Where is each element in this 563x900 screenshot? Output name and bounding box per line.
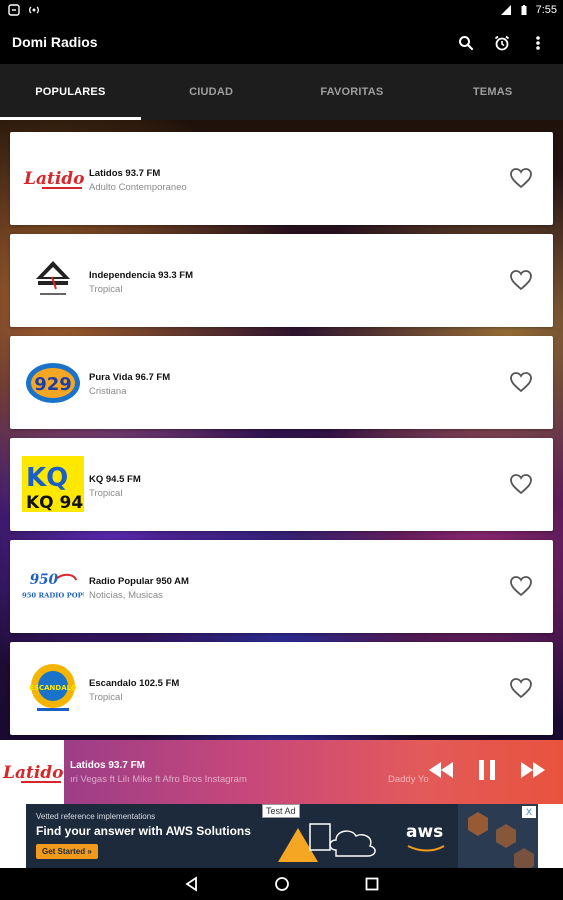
station-genre: Noticias, Musicas [89, 590, 163, 601]
signal-icon [500, 5, 511, 15]
status-time: 7:55 [535, 4, 557, 16]
station-logo: ESCANDALO [22, 663, 84, 713]
player-station-name: Latidos 93.7 FM [70, 760, 146, 771]
app-root: 7:55 Domi Radios POPULARES CIUDAD FAVORI… [0, 0, 563, 900]
pause-icon [479, 760, 495, 780]
station-genre: Cristiana [89, 386, 127, 397]
tab-temas[interactable]: TEMAS [422, 64, 563, 120]
station-logo: KQ KQ 94.5 [22, 456, 84, 512]
aws-smile-icon [407, 845, 445, 852]
station-card[interactable]: KQ KQ 94.5 KQ 94.5 FM Tropical [10, 438, 553, 531]
favorite-heart-icon[interactable] [509, 473, 533, 495]
station-card[interactable]: 950 950 RADIO POPULAR Radio Popular 950 … [10, 540, 553, 633]
rewind-icon [429, 762, 453, 778]
station-genre: Tropical [89, 692, 123, 703]
broadcast-icon [29, 6, 39, 14]
more-vert-icon [536, 36, 540, 50]
logo-text: 950 RADIO POPULAR [22, 592, 84, 600]
station-name: Radio Popular 950 AM [89, 576, 189, 587]
station-card[interactable]: Independencia 93.3 FM Tropical [10, 234, 553, 327]
search-button[interactable] [455, 32, 477, 54]
ad-cta-button[interactable]: Get Started » [36, 844, 98, 859]
favorite-heart-icon[interactable] [509, 677, 533, 699]
station-name: KQ 94.5 FM [89, 474, 141, 485]
favorite-heart-icon[interactable] [509, 167, 533, 189]
next-button[interactable] [519, 756, 547, 784]
favorite-heart-icon[interactable] [509, 575, 533, 597]
player-now-playing: ıri Vegas ft Lilı Mike ft Afro Bros Inst… [70, 774, 247, 785]
station-logo: 929 [22, 357, 84, 407]
ad-headline: Find your answer with AWS Solutions [36, 824, 251, 838]
ad-banner-area: Vetted reference implementations Find yo… [0, 804, 563, 868]
logo-text: ESCANDALO [29, 684, 77, 692]
home-icon[interactable] [274, 876, 290, 892]
station-card[interactable]: ESCANDALO Escandalo 102.5 FM Tropical [10, 642, 553, 735]
recents-icon[interactable] [364, 876, 380, 892]
svg-text:KQ: KQ [26, 463, 68, 493]
back-icon[interactable] [184, 876, 200, 892]
app-title: Domi Radios [12, 34, 98, 50]
station-card[interactable]: 929 Pura Vida 96.7 FM Cristiana [10, 336, 553, 429]
tab-favoritas[interactable]: FAVORITAS [282, 64, 423, 120]
more-options-button[interactable] [527, 32, 549, 54]
alarm-clock-icon [494, 35, 510, 51]
svg-text:950: 950 [30, 572, 59, 588]
favorite-heart-icon[interactable] [509, 371, 533, 393]
notification-icon [8, 4, 20, 16]
status-bar: 7:55 [0, 0, 563, 22]
player-now-playing-next: Daddy Yo [388, 774, 429, 785]
logo-text: Latidos [23, 169, 84, 189]
station-name: Pura Vida 96.7 FM [89, 372, 171, 383]
station-card[interactable]: Latidos Latidos 93.7 FM Adulto Contempor… [10, 132, 553, 225]
station-name: Escandalo 102.5 FM [89, 678, 180, 689]
player-station-logo: Latidos [0, 740, 64, 804]
aws-logo: aws [406, 822, 444, 842]
station-logo: Latidos [22, 153, 84, 203]
search-icon [459, 36, 474, 51]
fast-forward-icon [521, 762, 545, 778]
station-genre: Tropical [89, 488, 123, 499]
alarm-button[interactable] [491, 32, 513, 54]
previous-button[interactable] [427, 756, 455, 784]
mini-player[interactable]: Latidos Latidos 93.7 FM ıri Vegas ft Lil… [0, 740, 563, 804]
app-bar: Domi Radios [0, 22, 563, 64]
favorite-heart-icon[interactable] [509, 269, 533, 291]
station-name: Latidos 93.7 FM [89, 168, 161, 179]
cloud-illustration-icon [278, 823, 376, 862]
system-nav-bar [0, 868, 563, 900]
tab-ciudad[interactable]: CIUDAD [141, 64, 282, 120]
ad-banner[interactable]: Vetted reference implementations Find yo… [26, 804, 538, 868]
logo-text: 929 [34, 374, 72, 395]
ad-line1: Vetted reference implementations [36, 812, 156, 821]
tab-populares[interactable]: POPULARES [0, 64, 141, 120]
station-logo [22, 255, 84, 305]
station-genre: Tropical [89, 284, 123, 295]
ad-close-button[interactable]: X [522, 806, 536, 818]
station-name: Independencia 93.3 FM [89, 270, 193, 281]
tab-bar: POPULARES CIUDAD FAVORITAS TEMAS [0, 64, 563, 120]
logo-text: KQ 94.5 [26, 493, 84, 512]
player-logo-text: Latidos [2, 763, 63, 783]
battery-icon [521, 5, 527, 15]
station-logo: 950 950 RADIO POPULAR [22, 561, 84, 611]
pause-button[interactable] [473, 756, 501, 784]
station-genre: Adulto Contemporaneo [89, 182, 187, 193]
